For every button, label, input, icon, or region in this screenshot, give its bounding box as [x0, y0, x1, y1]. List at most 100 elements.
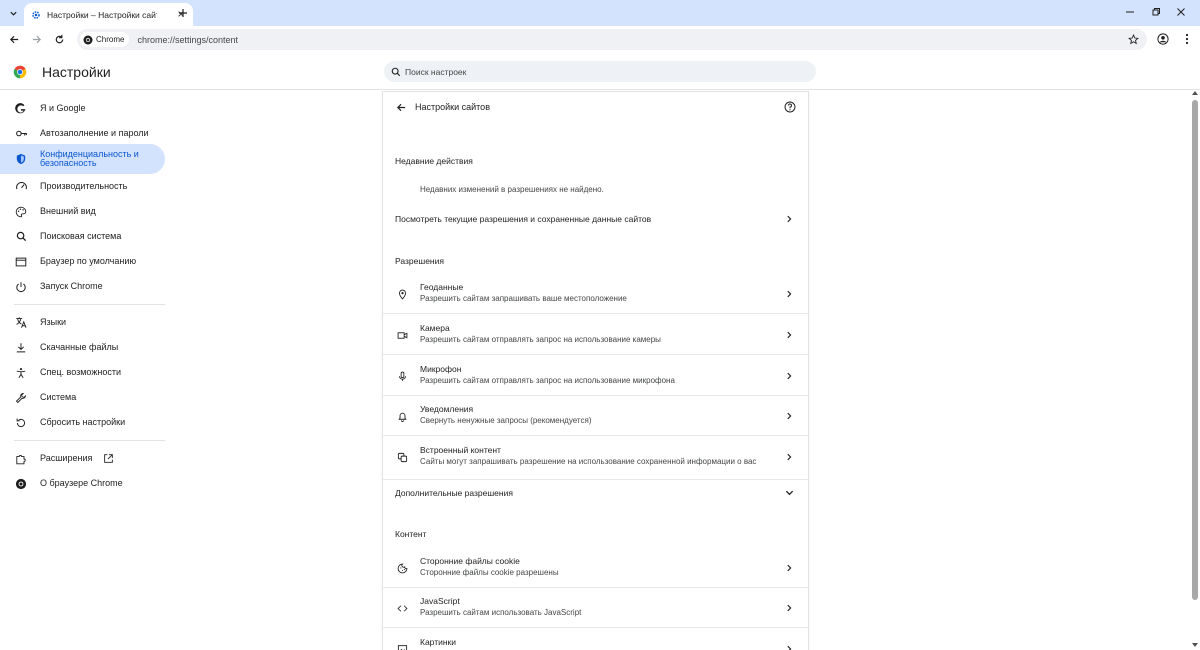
- minimize-icon: [1126, 11, 1134, 13]
- chevron-right-icon: [784, 330, 794, 340]
- image-icon: [395, 642, 409, 650]
- page-scrollbar[interactable]: [1190, 90, 1200, 650]
- maximize-button[interactable]: [1147, 4, 1165, 20]
- puzzle-icon: [14, 452, 28, 466]
- location-pin-icon: [395, 287, 409, 301]
- permission-row-notifications[interactable]: Уведомления Свернуть ненужные запросы (р…: [383, 396, 808, 436]
- content-row-third-party-cookies[interactable]: Сторонние файлы cookie Сторонние файлы c…: [383, 548, 808, 588]
- embedded-content-icon: [395, 450, 409, 464]
- chevron-right-icon: [784, 603, 794, 613]
- chevron-right-icon: [784, 371, 794, 381]
- chip-label: Chrome: [96, 35, 125, 44]
- forward-button[interactable]: [28, 31, 44, 47]
- additional-permissions-toggle[interactable]: Дополнительные разрешения: [383, 479, 808, 505]
- close-icon: [1177, 8, 1185, 16]
- section-title-content: Контент: [395, 529, 427, 539]
- permission-row-embedded-content[interactable]: Встроенный контент Сайты могут запрашива…: [383, 437, 808, 477]
- kebab-menu-icon: [1185, 33, 1189, 45]
- minimize-button[interactable]: [1121, 4, 1139, 20]
- tab-strip: Настройки – Настройки сайтов: [0, 0, 1200, 26]
- arrow-right-icon: [32, 35, 41, 43]
- omnibox[interactable]: Chrome chrome://settings/content: [77, 29, 1147, 50]
- scroll-up-arrow-icon[interactable]: [1192, 90, 1198, 96]
- arrow-left-icon: [9, 35, 18, 43]
- cookie-icon: [395, 561, 409, 575]
- permission-row-microphone[interactable]: Микрофон Разрешить сайтам отправлять зап…: [383, 356, 808, 396]
- chevron-right-icon: [784, 644, 794, 650]
- chevron-down-icon: [9, 11, 17, 16]
- speedometer-icon: [14, 180, 28, 194]
- sidebar-item-on-startup[interactable]: Запуск Chrome: [0, 272, 165, 301]
- sidebar-divider: [14, 304, 165, 305]
- scroll-down-arrow-icon[interactable]: [1192, 642, 1198, 648]
- code-icon: [395, 601, 409, 615]
- page-title: Настройки: [42, 64, 111, 80]
- gear-icon: [32, 10, 40, 19]
- profile-icon: [1157, 33, 1169, 45]
- settings-search[interactable]: [384, 61, 816, 82]
- content-row-images[interactable]: Картинки: [383, 629, 808, 650]
- recent-empty-message: Недавних изменений в разрешениях не найд…: [420, 185, 604, 194]
- chevron-down-icon: [784, 488, 794, 498]
- browser-toolbar: Chrome chrome://settings/content: [0, 26, 1200, 53]
- search-icon: [391, 67, 401, 76]
- scrollbar-thumb[interactable]: [1192, 100, 1198, 600]
- content-row-javascript[interactable]: JavaScript Разрешить сайтам использовать…: [383, 588, 808, 628]
- chevron-right-icon: [784, 214, 794, 224]
- view-permissions-link[interactable]: Посмотреть текущие разрешения и сохранен…: [383, 206, 808, 232]
- reload-button[interactable]: [51, 31, 67, 47]
- help-icon: [784, 101, 796, 113]
- translate-icon: [14, 316, 28, 330]
- palette-icon: [14, 205, 28, 219]
- card-header: Настройки сайтов: [383, 92, 808, 122]
- chrome-logo-icon: [13, 65, 27, 79]
- chevron-right-icon: [784, 452, 794, 462]
- sidebar-item-about-chrome[interactable]: О браузере Chrome: [0, 469, 165, 498]
- sidebar-item-privacy[interactable]: Конфиденциальность и безопасность: [0, 144, 165, 174]
- chevron-right-icon: [784, 563, 794, 573]
- browser-window-icon: [14, 255, 28, 269]
- accessibility-icon: [14, 366, 28, 380]
- restore-icon: [1152, 8, 1160, 16]
- search-input[interactable]: [405, 66, 785, 77]
- chrome-logo-icon: [14, 477, 28, 491]
- section-title-permissions: Разрешения: [395, 256, 444, 266]
- site-info-chip[interactable]: Chrome: [80, 32, 130, 47]
- external-link-icon: [102, 453, 114, 465]
- sidebar-item-reset[interactable]: Сбросить настройки: [0, 408, 165, 437]
- card-title: Настройки сайтов: [415, 102, 490, 112]
- settings-header: Настройки: [0, 53, 1200, 90]
- back-button[interactable]: [6, 31, 22, 47]
- wrench-icon: [14, 391, 28, 405]
- sidebar-divider: [14, 440, 165, 441]
- bell-icon: [395, 409, 409, 423]
- power-icon: [14, 280, 28, 294]
- shield-icon: [14, 152, 28, 166]
- star-icon: [1127, 33, 1139, 44]
- url-text[interactable]: chrome://settings/content: [137, 35, 238, 45]
- chevron-right-icon: [784, 411, 794, 421]
- site-settings-card: Настройки сайтов Недавние действия Недав…: [383, 92, 808, 650]
- key-icon: [14, 127, 28, 141]
- download-icon: [14, 341, 28, 355]
- close-window-button[interactable]: [1172, 4, 1190, 20]
- reset-icon: [14, 416, 28, 430]
- section-title-recent: Недавние действия: [395, 156, 473, 166]
- browser-menu-button[interactable]: [1179, 31, 1195, 47]
- new-tab-button[interactable]: [175, 5, 191, 21]
- reload-icon: [55, 34, 63, 43]
- plus-icon: [179, 9, 187, 17]
- chrome-logo-icon: [83, 35, 93, 44]
- google-g-icon: [14, 102, 28, 116]
- tab-search-button[interactable]: [5, 5, 21, 21]
- profile-button[interactable]: [1155, 31, 1171, 47]
- permission-row-location[interactable]: Геоданные Разрешить сайтам запрашивать в…: [383, 274, 808, 314]
- tab-title: Настройки – Настройки сайтов: [47, 9, 157, 20]
- bookmark-button[interactable]: [1126, 32, 1140, 46]
- permission-row-camera[interactable]: Камера Разрешить сайтам отправлять запро…: [383, 315, 808, 355]
- active-tab[interactable]: Настройки – Настройки сайтов: [24, 3, 193, 26]
- help-button[interactable]: [783, 100, 797, 114]
- back-arrow-button[interactable]: [394, 100, 408, 114]
- chevron-right-icon: [784, 289, 794, 299]
- microphone-icon: [395, 369, 409, 383]
